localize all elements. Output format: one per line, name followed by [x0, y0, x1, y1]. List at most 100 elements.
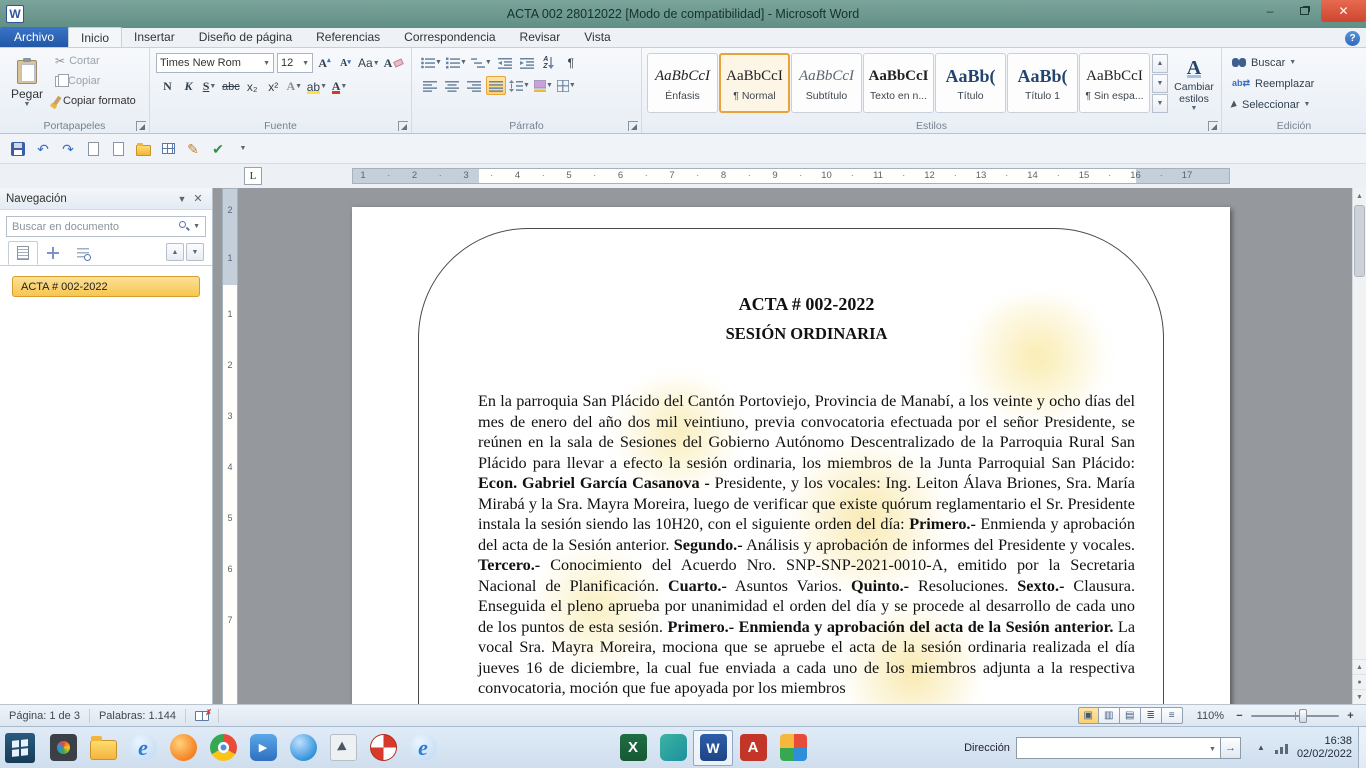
document-page[interactable]: ACTA # 002-2022 SESIÓN ORDINARIA En la p…	[352, 207, 1230, 704]
style-titulo-1[interactable]: AaBb( Título 1	[1007, 53, 1078, 113]
close-button[interactable]: ✕	[1321, 0, 1366, 22]
horizontal-ruler[interactable]: 1·2·3·4·5·6·7·8·9·10·11·12·13·14·15·16·1…	[352, 168, 1230, 184]
zoom-slider[interactable]	[1251, 715, 1339, 717]
fullscreen-reading-view-button[interactable]: ▥	[1099, 707, 1120, 724]
strikethrough-button[interactable]: abc	[221, 77, 241, 96]
anydesk-icon[interactable]	[733, 730, 773, 766]
tab-referencias[interactable]: Referencias	[304, 27, 392, 47]
cut-button[interactable]: ✂ Cortar	[52, 51, 139, 71]
change-styles-button[interactable]: A Cambiar estilos ▼	[1171, 51, 1217, 119]
text-effects-button[interactable]: A▼	[285, 77, 304, 96]
document-title[interactable]: ACTA # 002-2022	[478, 293, 1135, 315]
scroll-up-icon[interactable]: ▲	[1353, 188, 1366, 204]
spelling-button[interactable]: ✔	[206, 137, 230, 161]
media-player-icon[interactable]	[243, 730, 283, 766]
decrease-indent-button[interactable]	[495, 53, 515, 72]
start-button[interactable]	[5, 733, 35, 763]
skype-icon[interactable]	[403, 730, 443, 766]
nav-tab-results[interactable]	[68, 241, 98, 265]
tab-correspondencia[interactable]: Correspondencia	[392, 27, 507, 47]
previous-page-icon[interactable]: ▲	[1353, 659, 1366, 674]
restore-button[interactable]	[1287, 0, 1321, 22]
show-desktop-button[interactable]	[1358, 727, 1366, 768]
qat-options-button[interactable]: ▼	[231, 137, 255, 161]
address-input[interactable]: ▼	[1016, 737, 1221, 759]
document-body[interactable]: En la parroquia San Plácido del Cantón P…	[478, 391, 1135, 699]
print-layout-view-button[interactable]: ▣	[1078, 707, 1099, 724]
style-titulo[interactable]: AaBb( Título	[935, 53, 1006, 113]
zoom-level[interactable]: 110%	[1197, 710, 1224, 722]
minimize-button[interactable]: –	[1253, 0, 1287, 22]
document-subtitle[interactable]: SESIÓN ORDINARIA	[478, 324, 1135, 344]
navigation-menu-icon[interactable]: ▼	[174, 194, 190, 204]
nav-heading-item[interactable]: ACTA # 002-2022	[12, 276, 200, 297]
replace-button[interactable]: ab⇄ Reemplazar	[1232, 74, 1362, 93]
chrome-icon[interactable]	[203, 730, 243, 766]
tab-inicio[interactable]: Inicio	[68, 27, 122, 47]
shrink-font-button[interactable]: A	[336, 54, 355, 73]
find-button[interactable]: Buscar ▼	[1232, 53, 1362, 72]
tab-revisar[interactable]: Revisar	[508, 27, 573, 47]
nav-tab-headings[interactable]	[8, 241, 38, 265]
increase-indent-button[interactable]	[517, 53, 537, 72]
help-icon[interactable]: ?	[1345, 31, 1360, 46]
address-dropdown-icon[interactable]: ▼	[1209, 746, 1216, 753]
format-painter-button[interactable]: Copiar formato	[52, 91, 139, 111]
style-enfasis[interactable]: AaBbCcI Énfasis	[647, 53, 718, 113]
paste-button[interactable]: Pegar ▼	[4, 51, 50, 117]
clear-formatting-button[interactable]: A	[383, 54, 405, 73]
print-preview-button[interactable]	[81, 137, 105, 161]
undo-button[interactable]: ↶	[31, 137, 55, 161]
font-size-combo[interactable]: 12▼	[277, 53, 313, 73]
internet-explorer-icon[interactable]	[123, 730, 163, 766]
grow-font-button[interactable]: A	[315, 54, 334, 73]
next-heading-icon[interactable]: ▼	[186, 243, 204, 261]
style-subtitulo[interactable]: AaBbCcI Subtítulo	[791, 53, 862, 113]
address-go-button[interactable]: →	[1221, 737, 1241, 759]
web-layout-view-button[interactable]: ▤	[1120, 707, 1141, 724]
previous-heading-icon[interactable]: ▲	[166, 243, 184, 261]
show-hidden-icons-button[interactable]: ▲	[1253, 743, 1269, 752]
network-icon[interactable]	[1275, 742, 1289, 754]
tab-diseno[interactable]: Diseño de página	[187, 27, 304, 47]
search-icon[interactable]	[179, 221, 186, 228]
subscript-button[interactable]: x₂	[243, 77, 262, 96]
paragraph-dialog-launcher-icon[interactable]	[628, 121, 638, 131]
next-page-icon[interactable]: ▼	[1353, 689, 1366, 704]
word-icon[interactable]	[693, 730, 733, 766]
bold-button[interactable]: N	[158, 77, 177, 96]
vertical-scrollbar[interactable]: ▲ ▲ ● ▼	[1352, 188, 1366, 704]
vertical-ruler[interactable]: 211234567	[222, 188, 238, 704]
insert-table-button[interactable]	[156, 137, 180, 161]
font-dialog-launcher-icon[interactable]	[398, 121, 408, 131]
align-center-button[interactable]	[442, 76, 462, 95]
copy-button[interactable]: Copiar	[52, 71, 139, 91]
zoom-slider-thumb[interactable]	[1299, 709, 1307, 723]
nav-tab-pages[interactable]	[38, 241, 68, 265]
clipboard-dialog-launcher-icon[interactable]	[136, 121, 146, 131]
new-document-button[interactable]	[106, 137, 130, 161]
browser-icon[interactable]	[283, 730, 323, 766]
draft-view-button[interactable]: ≡	[1162, 707, 1183, 724]
shading-button[interactable]: ▼	[533, 76, 554, 95]
styles-scroll-up-icon[interactable]: ▲	[1152, 54, 1168, 73]
style-sin-espaciado[interactable]: AaBbCcI ¶ Sin espa...	[1079, 53, 1150, 113]
font-color-button[interactable]: A▼	[330, 77, 349, 96]
firefox-icon[interactable]	[163, 730, 203, 766]
navigation-close-icon[interactable]: ✕	[190, 192, 206, 205]
align-left-button[interactable]	[420, 76, 440, 95]
media-app-icon[interactable]	[43, 730, 83, 766]
taskbar-clock[interactable]: 16:38 02/02/2022	[1297, 735, 1352, 761]
format-factory-icon[interactable]	[653, 730, 693, 766]
styles-dialog-launcher-icon[interactable]	[1208, 121, 1218, 131]
proofing-status-button[interactable]	[186, 709, 219, 723]
justify-button[interactable]	[486, 76, 506, 95]
select-browse-object-icon[interactable]: ●	[1353, 674, 1366, 689]
numbering-button[interactable]: ▼	[445, 53, 468, 72]
photo-app-icon[interactable]	[363, 730, 403, 766]
search-options-icon[interactable]: ▼	[193, 223, 200, 230]
styles-scroll-down-icon[interactable]: ▼	[1152, 74, 1168, 93]
tab-stop-selector[interactable]: L	[244, 167, 262, 185]
pointer-tool-icon[interactable]	[323, 730, 363, 766]
style-texto-en-negrita[interactable]: AaBbCcI Texto en n...	[863, 53, 934, 113]
